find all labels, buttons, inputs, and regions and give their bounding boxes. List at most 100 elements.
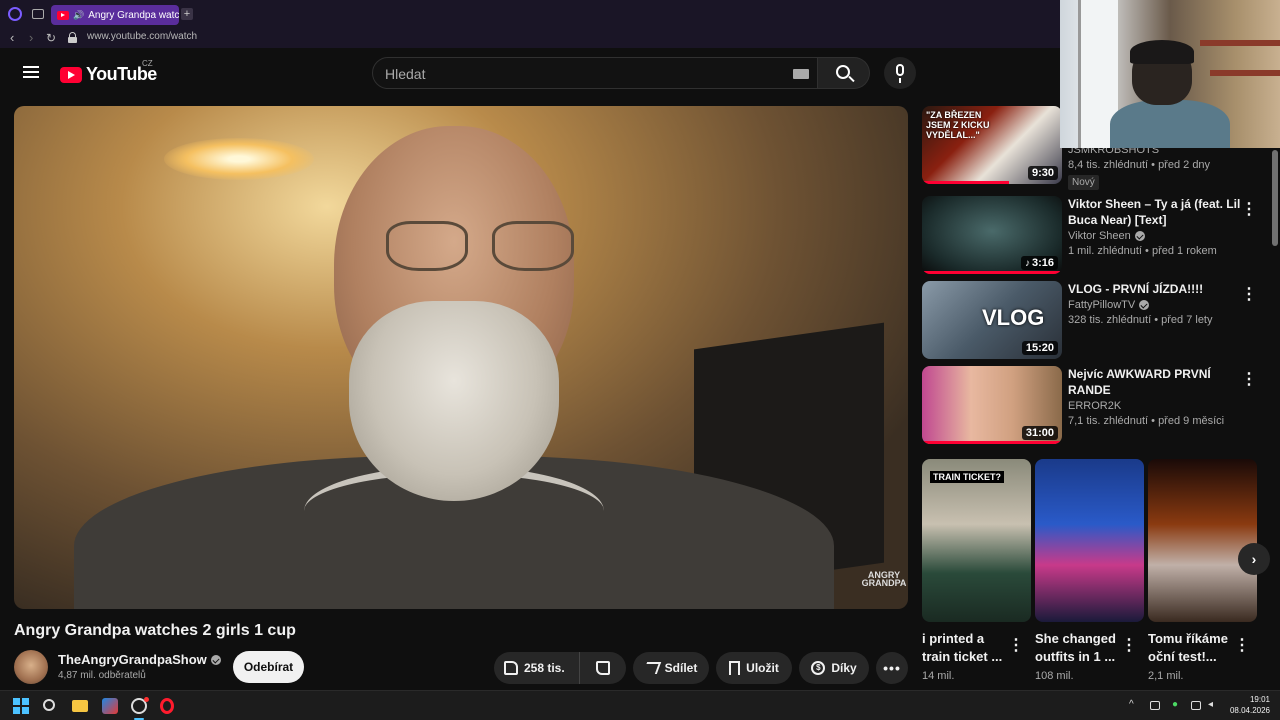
music-note-icon: ♪ xyxy=(1024,258,1030,269)
video-thumbnail[interactable]: 31:00 xyxy=(922,366,1062,444)
bookmark-icon xyxy=(729,661,741,675)
windows-start-icon[interactable] xyxy=(13,698,29,714)
youtube-play-logo-icon xyxy=(60,66,82,83)
channel-row[interactable]: FattyPillowTV xyxy=(1068,299,1244,311)
watch-progress-bar xyxy=(922,271,1062,274)
page-scrollbar[interactable] xyxy=(1272,150,1278,246)
lamp-light xyxy=(164,138,314,180)
clock-time: 19:01 xyxy=(1249,695,1270,704)
thanks-heart-icon: $ xyxy=(811,661,826,675)
menu-icon[interactable] xyxy=(23,66,39,78)
more-options-icon[interactable]: ⋮ xyxy=(1234,635,1250,655)
taskbar-app-icon[interactable] xyxy=(102,698,118,714)
more-actions-button[interactable]: ••• xyxy=(876,652,908,684)
recommendation-item[interactable]: VLOG 15:20 VLOG - PRVNÍ JÍZDA!!!! FattyP… xyxy=(922,281,1270,361)
recommendation-item[interactable]: ♪ 3:16 Viktor Sheen – Ty a já (feat. Lil … xyxy=(922,196,1270,276)
speaker-icon[interactable]: 🔊 xyxy=(73,10,84,21)
video-meta: 8,4 tis. zhlédnutí • před 2 dny xyxy=(1068,159,1211,171)
short-thumbnail[interactable]: TRAIN TICKET? xyxy=(922,459,1031,622)
short-item[interactable]: TRAIN TICKET? i printed a train ticket .… xyxy=(922,459,1031,682)
microphone-tray-icon[interactable]: ● xyxy=(1172,699,1178,710)
channel-name[interactable]: ERROR2K xyxy=(1068,400,1244,412)
opera-browser-icon[interactable] xyxy=(160,698,174,714)
video-thumbnail[interactable]: VLOG 15:20 xyxy=(922,281,1062,359)
video-duration: ♪ 3:16 xyxy=(1020,256,1058,270)
video-player[interactable]: ANGRY GRANDPA xyxy=(14,106,908,609)
discord-tray-icon[interactable] xyxy=(1150,701,1160,710)
thumbnail-text: VLOG xyxy=(982,305,1045,330)
thanks-label: Díky xyxy=(831,661,857,675)
active-tab[interactable]: 🔊 Angry Grandpa watche xyxy=(51,5,179,25)
lock-icon[interactable] xyxy=(68,32,77,43)
notification-dot xyxy=(144,697,149,702)
back-icon[interactable]: ‹ xyxy=(10,30,14,46)
video-thumbnail[interactable]: "ZA BŘEZEN JSEM Z KICKU VYDĚLAL..." 9:30 xyxy=(922,106,1062,184)
video-thumbnail[interactable]: ♪ 3:16 xyxy=(922,196,1062,274)
more-options-icon[interactable]: ⋮ xyxy=(1121,635,1137,655)
video-meta: 328 tis. zhlédnutí • před 7 lety xyxy=(1068,314,1213,326)
more-options-icon[interactable] xyxy=(1241,199,1257,219)
shorts-next-button[interactable]: › xyxy=(1238,543,1270,575)
short-title[interactable]: She changed outfits in 1 ... xyxy=(1035,630,1117,666)
system-clock[interactable]: 19:01 08.04.2026 xyxy=(1222,694,1270,716)
short-item[interactable]: She changed outfits in 1 ... 108 mil. ⋮ xyxy=(1035,459,1144,682)
youtube-header: YouTube CZ xyxy=(0,48,1060,98)
country-code: CZ xyxy=(142,59,153,68)
short-thumbnail[interactable] xyxy=(1035,459,1144,622)
glasses-right-lens xyxy=(492,221,574,271)
more-options-icon[interactable] xyxy=(1241,284,1257,304)
subscribe-button[interactable]: Odebírat xyxy=(233,651,304,683)
webcam-overlay xyxy=(1060,0,1280,148)
thumbnail-text: "ZA BŘEZEN JSEM Z KICKU VYDĚLAL..." xyxy=(926,110,990,140)
short-title[interactable]: Tomu říkáme oční test!... xyxy=(1148,630,1230,666)
tab-preview-icon[interactable] xyxy=(32,9,44,19)
like-button[interactable]: 258 tis. xyxy=(494,652,580,684)
recommendation-item[interactable]: 31:00 Nejvíc AWKWARD PRVNÍ RANDE ERROR2K… xyxy=(922,366,1270,446)
short-views: 108 mil. xyxy=(1035,670,1074,682)
forward-icon[interactable]: › xyxy=(29,30,33,46)
video-title[interactable]: Viktor Sheen – Ty a já (feat. Lil Buca N… xyxy=(1068,196,1244,228)
new-tab-button[interactable]: + xyxy=(181,8,193,20)
share-icon xyxy=(642,662,661,674)
channel-name[interactable]: TheAngryGrandpaShow xyxy=(58,652,207,667)
dislike-button[interactable] xyxy=(580,652,626,684)
file-explorer-icon[interactable] xyxy=(72,700,88,712)
share-button[interactable]: Sdílet xyxy=(633,652,709,684)
like-dislike-group: 258 tis. xyxy=(494,652,626,684)
display-tray-icon[interactable] xyxy=(1191,701,1201,710)
url-field[interactable]: www.youtube.com/watch xyxy=(87,31,197,42)
channel-row[interactable]: Viktor Sheen xyxy=(1068,230,1244,242)
volume-tray-icon[interactable]: ◂ xyxy=(1208,699,1213,710)
video-title[interactable]: VLOG - PRVNÍ JÍZDA!!!! xyxy=(1068,281,1244,297)
video-title[interactable]: Nejvíc AWKWARD PRVNÍ RANDE xyxy=(1068,366,1244,398)
voice-search-button[interactable] xyxy=(884,57,916,89)
video-duration: 15:20 xyxy=(1021,341,1058,355)
windows-taskbar: ^ ● ◂ 19:01 08.04.2026 xyxy=(0,690,1280,720)
channel-watermark: ANGRY GRANDPA xyxy=(861,570,907,588)
video-meta: 1 mil. zhlédnutí • před 1 rokem xyxy=(1068,245,1217,257)
watch-progress-bar xyxy=(922,181,1009,184)
tab-title: Angry Grandpa watche xyxy=(88,9,179,21)
short-thumbnail[interactable] xyxy=(1148,459,1257,622)
tray-chevron-icon[interactable]: ^ xyxy=(1129,699,1134,710)
thanks-button[interactable]: $ Díky xyxy=(799,652,869,684)
more-options-icon[interactable] xyxy=(1241,369,1257,389)
address-bar: ‹ › ↻ www.youtube.com/watch xyxy=(0,28,1060,48)
reload-icon[interactable]: ↻ xyxy=(46,30,56,46)
taskbar-search-icon[interactable] xyxy=(43,699,55,711)
video-info: VLOG - PRVNÍ JÍZDA!!!! FattyPillowTV 328… xyxy=(1068,281,1244,326)
video-duration: 31:00 xyxy=(1021,426,1058,440)
video-info: Viktor Sheen – Ty a já (feat. Lil Buca N… xyxy=(1068,196,1244,257)
opera-logo-icon[interactable] xyxy=(8,7,22,21)
save-button[interactable]: Uložit xyxy=(716,652,792,684)
channel-name[interactable]: FattyPillowTV xyxy=(1068,299,1135,311)
channel-name[interactable]: Viktor Sheen xyxy=(1068,230,1131,242)
search-button[interactable] xyxy=(818,57,870,89)
channel-avatar[interactable] xyxy=(14,650,48,684)
short-title[interactable]: i printed a train ticket ... xyxy=(922,630,1004,666)
more-options-icon[interactable]: ⋮ xyxy=(1008,635,1024,655)
keyboard-icon[interactable] xyxy=(793,69,809,79)
search-input[interactable] xyxy=(385,65,765,83)
channel-name-row[interactable]: TheAngryGrandpaShow xyxy=(58,652,221,667)
short-item[interactable]: Tomu říkáme oční test!... 2,1 mil. ⋮ xyxy=(1148,459,1257,682)
